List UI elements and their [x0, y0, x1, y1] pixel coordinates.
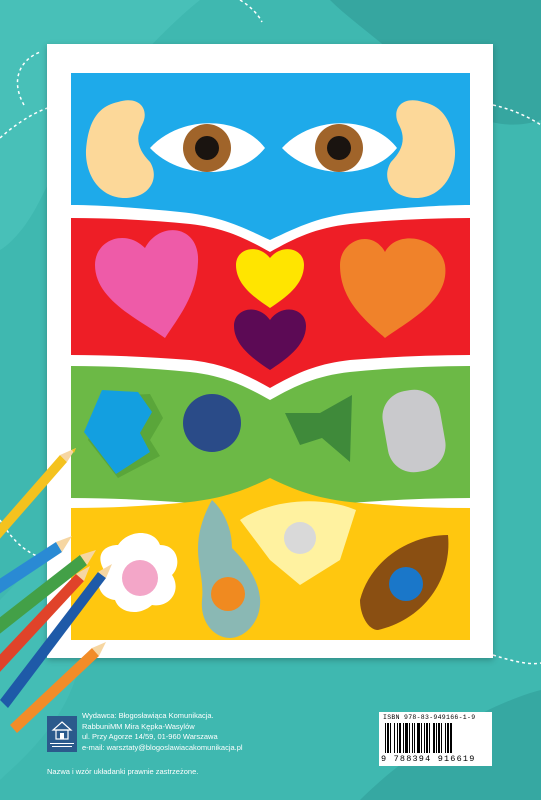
barcode-bar	[405, 723, 408, 753]
left-pupil	[195, 136, 219, 160]
publisher-info: Wydawca: Błogosławiąca Komunikacja. Rabb…	[82, 711, 243, 753]
publisher-line3: ul. Przy Agorze 14/59, 01-960 Warszawa	[82, 732, 218, 741]
pink-flower-center	[122, 560, 158, 596]
barcode-bar	[441, 723, 442, 753]
barcode-bar	[424, 723, 425, 753]
barcode-bar	[438, 723, 440, 753]
barcode-bar	[390, 723, 391, 753]
puzzle-pieces	[71, 73, 470, 640]
ean-number: 9 788394 916619	[381, 754, 476, 764]
barcode-bar	[421, 723, 422, 753]
barcode-bar	[409, 723, 410, 753]
right-pupil	[327, 136, 351, 160]
navy-circle[interactable]	[183, 394, 241, 452]
barcode-bar	[412, 723, 413, 753]
barcode-bar	[397, 723, 398, 753]
barcode-bar	[417, 723, 420, 753]
barcode-bar	[433, 723, 435, 753]
barcode-bar	[399, 723, 401, 753]
barcode-bar	[445, 723, 446, 753]
barcode-bar	[387, 723, 389, 753]
isbn-label: ISBN 978-83-949166-1-9	[383, 714, 476, 721]
publisher-line1: Wydawca: Błogosławiąca Komunikacja.	[82, 711, 214, 720]
barcode-bar	[450, 723, 452, 753]
barcode-bar	[436, 723, 437, 753]
publisher-email[interactable]: e-mail: warsztaty@blogoslawiacakomunikac…	[82, 743, 243, 754]
barcode-bar	[447, 723, 449, 753]
barcode-bars	[385, 723, 452, 753]
gray-fan-dot	[284, 522, 316, 554]
barcode-bar	[414, 723, 415, 753]
barcode: ISBN 978-83-949166-1-9 9 788394 916619	[379, 712, 492, 766]
publisher-logo	[47, 716, 77, 752]
barcode-bar	[426, 723, 428, 753]
barcode-bar	[385, 723, 386, 753]
barcode-bar	[403, 723, 404, 753]
orange-shell-dot	[211, 577, 245, 611]
publisher-line2: RabbuniMM Mira Kępka-Wasylów	[82, 721, 195, 731]
rights-notice: Nazwa i wzór układanki prawnie zastrzeżo…	[47, 767, 199, 776]
barcode-bar	[429, 723, 430, 753]
barcode-bar	[394, 723, 395, 753]
blue-leaf-dot	[389, 567, 423, 601]
